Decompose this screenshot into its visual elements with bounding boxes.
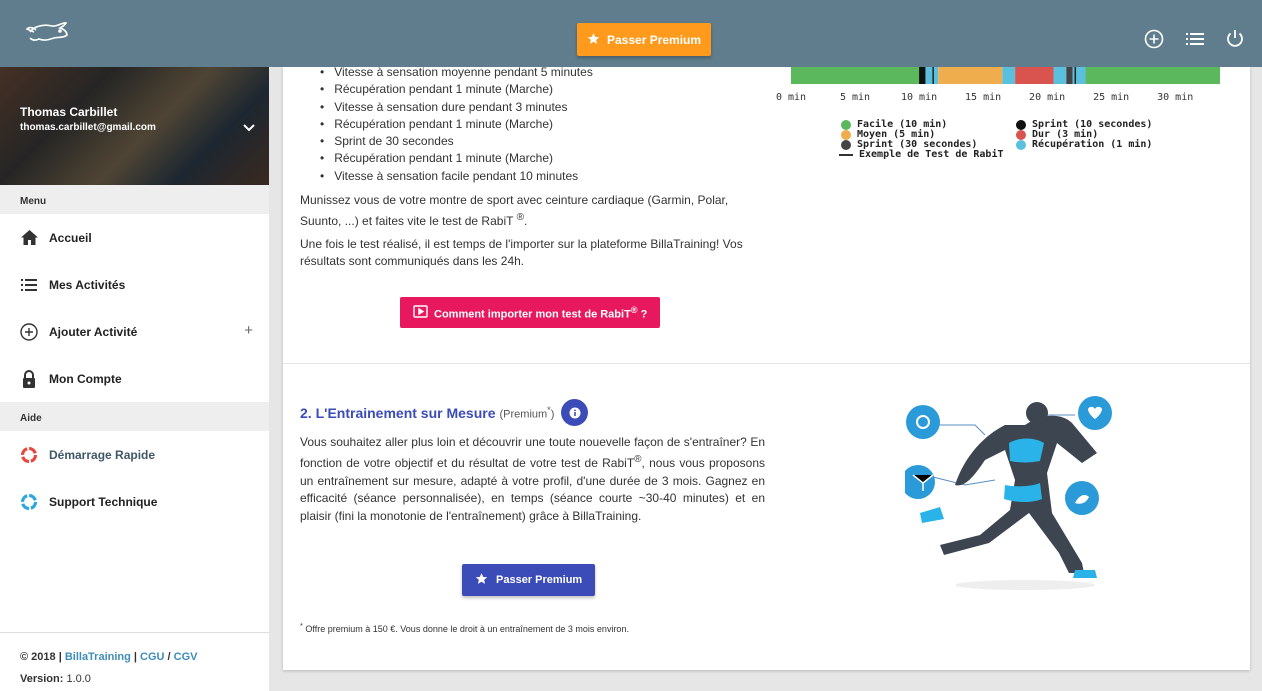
sidebar-item-ajouter[interactable]: Ajouter Activité + [0,308,269,355]
watch-text-end: . [523,214,528,229]
copyright-text: © 2018 | [20,651,65,663]
x-tick-label: 30 min [1157,92,1193,103]
sidebar-item-compte[interactable]: Mon Compte [0,355,269,402]
add-circle-icon [20,322,38,341]
x-tick-label: 15 min [965,92,1001,103]
sidebar-item-label: Ajouter Activité [49,324,138,339]
play-screen-icon [413,304,428,321]
info-icon[interactable] [561,399,589,426]
list-item: Vitesse à sensation facile pendant 10 mi… [320,168,593,185]
sidebar-item-label: Démarrage Rapide [49,447,156,462]
expand-plus-icon[interactable]: + [244,322,253,339]
version-label: Version: [20,673,64,685]
footer-separator: / [164,651,174,663]
star-icon [475,572,488,588]
list-item: Récupération pendant 1 minute (Marche) [320,116,593,133]
registered-mark: ® [634,454,642,466]
profile-banner: Thomas Carbillet thomas.carbillet@gmail.… [0,67,269,185]
chart-segment [938,67,1003,84]
sidebar-item-label: Mon Compte [49,371,122,386]
chart-segment [1053,67,1067,84]
premium-button[interactable]: Passer Premium [462,564,596,596]
lifebuoy-blue-icon [20,493,38,511]
chart-segment [1002,67,1016,84]
power-icon[interactable] [1226,29,1244,54]
legend-label: Récupération (1 min) [1032,139,1153,150]
premium-note-end: ) [550,408,555,421]
test-steps-list: Vitesse à sensation moyenne pendant 5 mi… [320,64,593,185]
list-item: Récupération pendant 1 minute (Marche) [320,81,593,98]
chart-segment [1015,67,1054,84]
watch-instructions: Munissez vous de votre montre de sport a… [300,192,765,231]
list-item: Vitesse à sensation dure pendant 3 minut… [320,99,593,116]
lifebuoy-red-icon [20,446,38,464]
chart-segment [1066,67,1073,84]
section-divider [283,363,1250,364]
premium-top-button[interactable]: Passer Premium [577,23,712,56]
sidebar-item-accueil[interactable]: Accueil [0,214,269,261]
x-tick-label: 25 min [1093,92,1129,103]
footer-separator: | [130,651,141,663]
chart-segment [919,67,926,84]
x-tick-label: 10 min [901,92,937,103]
top-bar: Passer Premium [0,0,1262,67]
runner-illustration [905,396,1112,590]
cgv-link[interactable]: CGV [174,651,198,663]
x-tick-label: 0 min [776,92,806,103]
legend-item: Récupération (1 min) [1016,140,1152,150]
user-email: thomas.carbillet@gmail.com [20,122,156,133]
chart-segment [1085,67,1220,84]
registered-mark: ® [630,304,638,315]
chevron-down-icon[interactable] [243,119,255,137]
sidebar-item-support[interactable]: Support Technique [0,478,269,525]
cgu-link[interactable]: CGU [140,651,164,663]
list-icon[interactable] [1186,32,1204,51]
premium-description: Vous souhaitez aller plus loin et découv… [300,434,765,525]
watch-text: Munissez vous de votre montre de sport a… [300,193,729,229]
sidebar: Thomas Carbillet thomas.carbillet@gmail.… [0,67,269,691]
premium-section-title: 2. L'Entrainement sur Mesure (Premium*) [300,399,589,426]
x-tick-label: 20 min [1029,92,1065,103]
premium-button-label: Passer Premium [496,574,583,586]
import-label-end: ? [637,308,648,321]
main-card: Vitesse à sensation moyenne pendant 5 mi… [283,64,1250,670]
star-icon [587,32,600,48]
sidebar-item-label: Accueil [49,230,92,245]
brand-link[interactable]: BillaTraining [65,651,131,663]
sidebar-item-activites[interactable]: Mes Activités [0,261,269,308]
import-test-button[interactable]: Comment importer mon test de RabiT® ? [400,297,661,328]
chart-segment [791,67,920,84]
list-item: Récupération pendant 1 minute (Marche) [320,150,593,167]
chart-segment [925,67,939,84]
x-tick-label: 5 min [840,92,870,103]
legend-item: Exemple de Test de RabiT [839,150,1004,160]
import-label: Comment importer mon test de RabiT [434,308,631,321]
lock-icon [20,369,38,388]
list-icon [20,278,38,291]
premium-top-label: Passer Premium [607,32,702,47]
version-value: 1.0.0 [63,673,91,685]
premium-title-text: 2. L'Entrainement sur Mesure [300,404,496,421]
premium-note: (Premium [499,408,548,421]
registered-mark: ® [516,212,524,224]
add-circle-icon[interactable] [1144,29,1164,54]
menu-section-title: Menu [0,185,269,214]
legend-label: Exemple de Test de RabiT [859,149,1004,160]
test-chart: 0 min 5 min 10 min 15 min 20 min 25 min 30 min [776,67,1220,103]
sidebar-item-label: Mes Activités [49,277,126,292]
sidebar-item-label: Support Technique [49,494,158,509]
footnote-text: Offre premium à 150 €. Vous donne le dro… [302,624,629,634]
sidebar-item-demarrage[interactable]: Démarrage Rapide [0,431,269,478]
premium-footnote: * Offre premium à 150 €. Vous donne le d… [300,621,629,634]
home-icon [20,230,38,245]
user-name: Thomas Carbillet [20,105,118,119]
help-section-title: Aide [0,402,269,431]
sidebar-footer: © 2018 | BillaTraining | CGU / CGV Versi… [0,632,269,685]
rabbit-logo-icon[interactable] [24,18,74,53]
list-item: Sprint de 30 secondes [320,133,593,150]
import-instructions: Une fois le test réalisé, il est temps d… [300,237,743,269]
